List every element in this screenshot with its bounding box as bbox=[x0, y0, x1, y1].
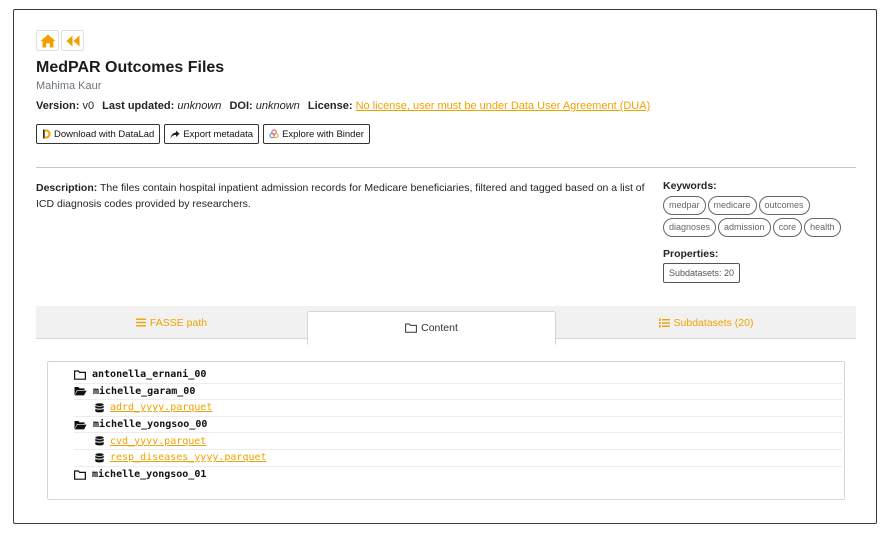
keyword-list: medpar medicare outcomes diagnoses admis… bbox=[663, 196, 858, 237]
tab-fasse-path[interactable]: FASSE path bbox=[36, 306, 307, 339]
tree-folder-row[interactable]: antonella_ernani_00 bbox=[74, 367, 842, 384]
action-buttons: Download with DataLad Export metadata Ex… bbox=[36, 124, 856, 144]
sidebar-info: Keywords: medpar medicare outcomes diagn… bbox=[663, 180, 858, 283]
home-button[interactable] bbox=[36, 30, 59, 51]
export-metadata-button[interactable]: Export metadata bbox=[164, 124, 260, 144]
doi-value: unknown bbox=[255, 100, 300, 112]
file-tree: antonella_ernani_00 michelle_garam_00 ad… bbox=[74, 367, 842, 483]
home-icon bbox=[40, 34, 55, 47]
subdatasets-count-badge: Subdatasets: 20 bbox=[663, 263, 741, 283]
card-body: MedPAR Outcomes Files Mahima Kaur Versio… bbox=[36, 30, 856, 500]
updated-value: unknown bbox=[177, 100, 222, 112]
tab-content[interactable]: Content bbox=[307, 311, 556, 345]
description: Description: The files contain hospital … bbox=[36, 180, 648, 212]
export-button-label: Export metadata bbox=[183, 128, 254, 140]
tree-file-row: resp_diseases_yyyy.parquet bbox=[74, 450, 842, 467]
tree-folder-row[interactable]: michelle_yongsoo_00 bbox=[74, 417, 842, 434]
tab-subdatasets[interactable]: Subdatasets (20) bbox=[556, 306, 856, 339]
tree-file-row: adrd_yyyy.parquet bbox=[74, 400, 842, 417]
keywords-heading: Keywords: bbox=[663, 180, 717, 192]
dataset-meta: Version: v0 Last updated: unknown DOI: u… bbox=[36, 100, 856, 114]
file-link[interactable]: cvd_yyyy.parquet bbox=[110, 436, 206, 447]
keyword-chip[interactable]: health bbox=[804, 218, 841, 237]
tab-bar: FASSE path Content Subdatasets (20) bbox=[36, 306, 856, 345]
folder-name: antonella_ernani_00 bbox=[92, 369, 207, 381]
share-icon bbox=[170, 130, 180, 138]
version-value: v0 bbox=[82, 100, 95, 112]
folder-open-icon bbox=[74, 420, 87, 429]
folder-open-icon bbox=[74, 387, 87, 396]
folder-icon bbox=[74, 370, 86, 380]
binder-button[interactable]: Explore with Binder bbox=[263, 124, 370, 144]
header-divider bbox=[36, 167, 856, 168]
properties-heading: Properties: bbox=[663, 248, 719, 260]
updated-label: Last updated: bbox=[102, 100, 175, 112]
nav-buttons bbox=[36, 30, 856, 51]
database-icon bbox=[95, 403, 104, 413]
binder-icon bbox=[269, 129, 279, 139]
tab-content-label: Content bbox=[421, 322, 458, 334]
back-button[interactable] bbox=[61, 30, 84, 51]
list-ol-icon bbox=[658, 318, 670, 327]
datalad-icon bbox=[43, 129, 51, 139]
keyword-chip[interactable]: diagnoses bbox=[663, 218, 717, 237]
binder-button-label: Explore with Binder bbox=[282, 128, 364, 140]
license-link[interactable]: No license, user must be under Data User… bbox=[356, 100, 651, 112]
tree-folder-row[interactable]: michelle_garam_00 bbox=[74, 384, 842, 401]
keyword-chip[interactable]: admission bbox=[718, 218, 771, 237]
database-icon bbox=[95, 452, 104, 463]
keyword-chip[interactable]: core bbox=[772, 218, 803, 237]
tab-fasse-label: FASSE path bbox=[149, 316, 208, 329]
license-label: License: bbox=[307, 100, 353, 112]
download-button-label: Download with DataLad bbox=[54, 128, 155, 140]
tree-file-row: cvd_yyyy.parquet bbox=[74, 433, 842, 450]
content-panel: antonella_ernani_00 michelle_garam_00 ad… bbox=[47, 361, 845, 500]
dataset-author: Mahima Kaur bbox=[36, 80, 102, 92]
description-text: The files contain hospital inpatient adm… bbox=[36, 182, 645, 210]
folder-name: michelle_yongsoo_00 bbox=[93, 419, 208, 431]
bars-icon bbox=[135, 318, 146, 327]
file-link[interactable]: resp_diseases_yyyy.parquet bbox=[110, 452, 267, 463]
folder-name: michelle_yongsoo_01 bbox=[92, 469, 207, 481]
keyword-chip[interactable]: medpar bbox=[663, 196, 706, 215]
description-label: Description: bbox=[36, 182, 98, 194]
doi-label: DOI: bbox=[229, 100, 253, 112]
folder-name: michelle_garam_00 bbox=[93, 385, 196, 397]
backward-icon bbox=[66, 35, 79, 46]
tree-folder-row[interactable]: michelle_yongsoo_01 bbox=[74, 467, 842, 484]
file-link[interactable]: adrd_yyyy.parquet bbox=[110, 402, 212, 413]
download-datalad-button[interactable]: Download with DataLad bbox=[36, 124, 161, 144]
tab-subdatasets-label: Subdatasets (20) bbox=[673, 316, 754, 329]
folder-icon bbox=[74, 470, 86, 480]
keyword-chip[interactable]: medicare bbox=[707, 196, 757, 215]
dataset-title: MedPAR Outcomes Files bbox=[36, 59, 225, 76]
dataset-card: MedPAR Outcomes Files Mahima Kaur Versio… bbox=[13, 9, 877, 524]
keyword-chip[interactable]: outcomes bbox=[758, 196, 810, 215]
version-label: Version: bbox=[36, 100, 80, 112]
folder-icon bbox=[405, 323, 418, 333]
database-icon bbox=[95, 436, 104, 446]
